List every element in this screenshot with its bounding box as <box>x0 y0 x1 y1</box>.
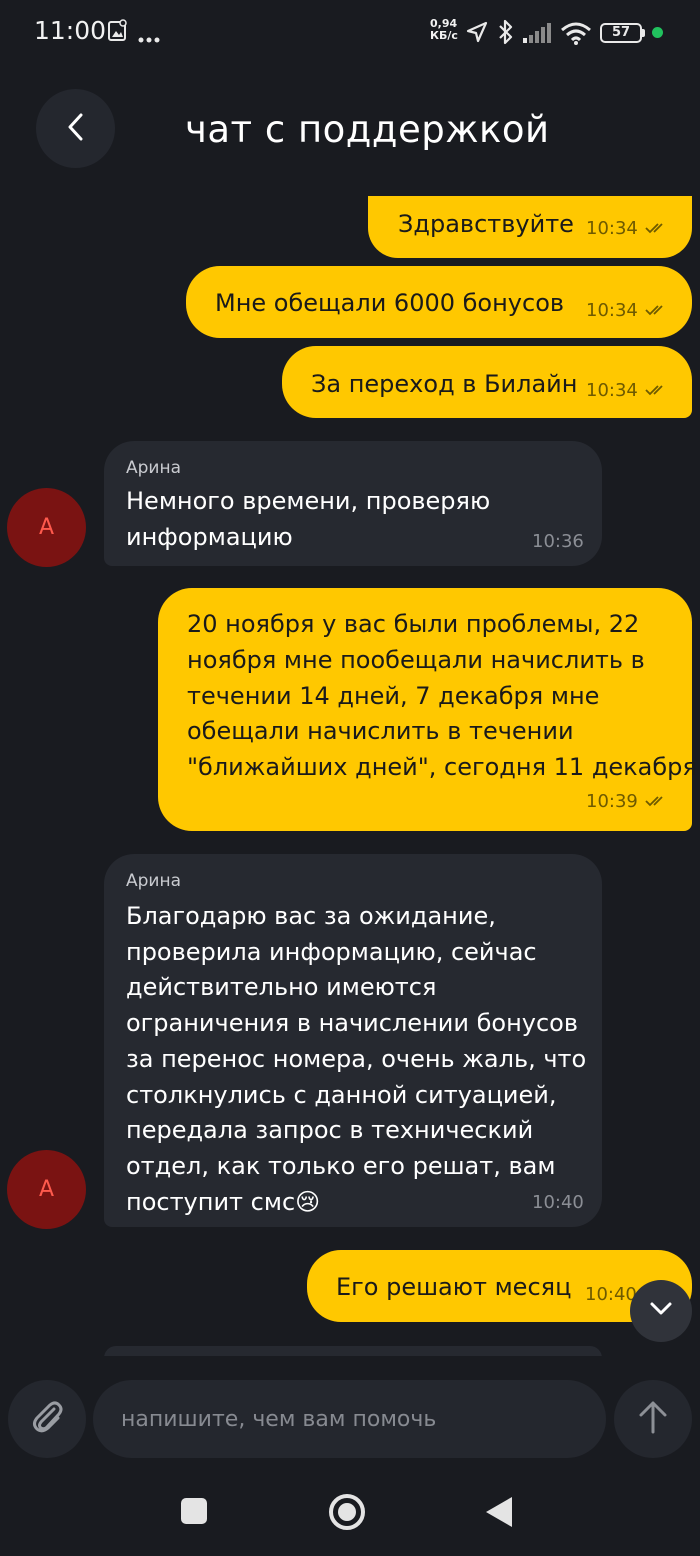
double-check-icon <box>644 382 670 401</box>
user-message[interactable]: Здравствуйте 10:34 <box>368 196 692 258</box>
message-line: течении 14 дней, 7 декабря мне <box>187 681 600 710</box>
privacy-indicator-dot <box>652 27 663 38</box>
message-time: 10:36 <box>532 531 584 552</box>
recent-apps-button[interactable] <box>181 1498 207 1524</box>
battery-tip <box>642 29 645 37</box>
message-time: 10:40 <box>532 1192 584 1213</box>
message-line: за перенос номера, очень жаль, что <box>126 1044 587 1073</box>
message-line: передала запрос в технический <box>126 1116 534 1145</box>
message-line: действительно имеются <box>126 973 437 1002</box>
location-arrow-icon <box>465 20 489 50</box>
message-text: Мне обещали 6000 бонусов <box>215 289 565 317</box>
message-time: 10:40 <box>585 1284 637 1305</box>
double-check-icon <box>644 302 670 321</box>
message-time: 10:34 <box>586 300 638 321</box>
message-text: Благодарю вас за ожидание, проверила инф… <box>126 899 586 1220</box>
avatar: А <box>7 1150 86 1229</box>
attach-button[interactable] <box>8 1380 86 1458</box>
user-message[interactable]: 20 ноября у вас были проблемы, 22 ноября… <box>158 588 697 831</box>
message-line: 20 ноября у вас были проблемы, 22 <box>187 610 640 638</box>
status-bar: 11:00 0,94 КБ/с 57 <box>0 0 700 66</box>
message-text: Здравствуйте <box>398 210 574 238</box>
message-line: Немного времени, проверяю <box>126 487 491 515</box>
message-text: Немного времени, проверяю информацию <box>126 484 490 555</box>
avatar: А <box>7 488 86 567</box>
message-time: 10:34 <box>586 218 638 239</box>
message-line: проверила информацию, сейчас <box>126 937 537 966</box>
message-line: "ближайших дней", сегодня 11 декабря <box>187 753 697 782</box>
wifi-icon <box>560 21 592 51</box>
message-time: 10:39 <box>586 791 638 812</box>
message-line: отдел, как только его решат, вам <box>126 1151 556 1180</box>
battery-icon: 57 <box>600 23 642 43</box>
sender-name: Арина <box>126 871 182 891</box>
more-dots-icon <box>138 28 160 47</box>
avatar-letter: А <box>38 515 55 540</box>
page-title: чат с поддержкой <box>185 108 550 151</box>
double-check-icon <box>644 220 670 239</box>
double-check-icon <box>644 793 670 812</box>
user-message[interactable]: За переход в Билайн 10:34 <box>282 346 692 418</box>
message-line: ограничения в начислении бонусов <box>126 1009 578 1038</box>
message-line: информацию <box>126 522 293 551</box>
message-time: 10:34 <box>586 380 638 401</box>
avatar-letter: А <box>38 1177 55 1202</box>
paperclip-icon <box>30 1399 64 1439</box>
agent-message[interactable]: Арина Благодарю вас за ожидание, провери… <box>104 854 602 1227</box>
home-button[interactable] <box>329 1494 365 1530</box>
message-text: Его решают месяц <box>336 1273 572 1301</box>
chevron-left-icon <box>65 112 87 146</box>
message-line: обещали начислить в течении <box>187 717 574 746</box>
back-button[interactable] <box>36 89 115 168</box>
message-input[interactable] <box>93 1380 606 1458</box>
bluetooth-icon <box>497 19 515 49</box>
message-text: 20 ноября у вас были проблемы, 22 ноября… <box>187 607 697 786</box>
arrow-up-icon <box>638 1400 668 1438</box>
scroll-down-button[interactable] <box>630 1280 692 1342</box>
message-line: поступит смс😢 <box>126 1187 321 1216</box>
image-icon <box>107 19 129 47</box>
status-time: 11:00 <box>34 16 107 45</box>
send-button[interactable] <box>614 1380 692 1458</box>
system-back-button[interactable] <box>486 1497 512 1527</box>
net-speed: 0,94 КБ/с <box>430 18 458 42</box>
message-text: За переход в Билайн <box>311 370 578 398</box>
net-speed-unit: КБ/с <box>430 29 458 42</box>
message-line: ноября мне пообещали начислить в <box>187 645 645 674</box>
user-message[interactable]: Мне обещали 6000 бонусов 10:34 <box>186 266 692 338</box>
message-line: Благодарю вас за ожидание, <box>126 902 496 930</box>
agent-message[interactable]: Арина Немного времени, проверяю информац… <box>104 441 602 566</box>
chevron-down-icon <box>649 1301 673 1321</box>
signal-icon <box>522 22 552 52</box>
message-line: столкнулись с данной ситуацией, <box>126 1080 557 1109</box>
sender-name: Арина <box>126 458 182 478</box>
